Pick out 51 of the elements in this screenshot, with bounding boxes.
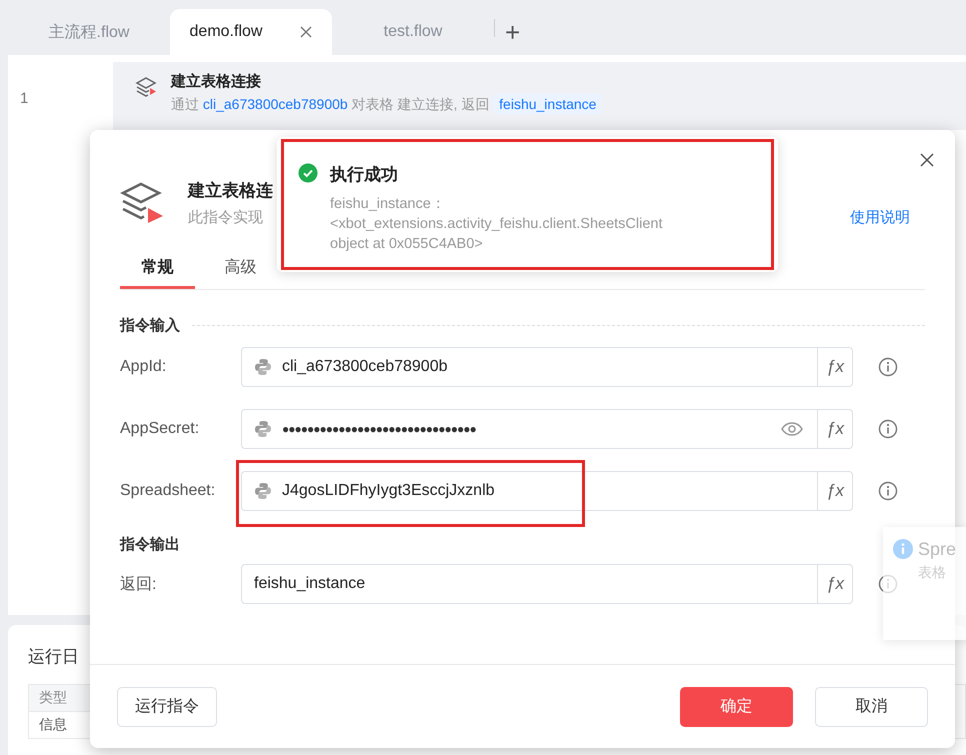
run-button[interactable]: 运行指令 [117, 686, 217, 726]
toast-title: 执行成功 [330, 164, 399, 186]
step-description: 通过 cli_a673800ceb78900b 对表格 建立连接, 返回 feishu_instance [171, 96, 602, 114]
table-cell-text: 信息 [38, 715, 68, 734]
field-value: feishu_instance [254, 575, 366, 593]
input-field[interactable]: feishu_instance ƒx [241, 564, 853, 604]
confirm-button[interactable]: 确定 [680, 686, 793, 726]
close-icon[interactable] [300, 26, 312, 38]
dialog-tab[interactable]: 常规 [120, 253, 195, 289]
python-icon [254, 482, 272, 500]
info-icon [893, 539, 913, 559]
field-value: J4gosLIDFhyIygt3EsccjJxznlb [282, 482, 496, 500]
dialog-title: 建立表格连 [188, 180, 273, 202]
dialog-subtitle: 此指令实现 [188, 208, 264, 226]
flow-step[interactable]: 建立表格连接 通过 cli_a673800ceb78900b 对表格 建立连接, 返回 feishu_instance [113, 62, 966, 130]
input-field[interactable]: J4gosLIDFhyIygt3EsccjJxznlb ƒx [241, 471, 853, 511]
info-icon[interactable] [878, 357, 898, 377]
line-number: 1 [19, 90, 30, 107]
field-label: AppSecret: [120, 420, 200, 438]
success-icon [298, 163, 318, 183]
info-icon[interactable] [878, 481, 898, 501]
step-title: 建立表格连接 [171, 72, 262, 91]
variable-link[interactable]: cli_a673800ceb78900b [202, 96, 348, 112]
python-icon [254, 358, 272, 376]
input-field[interactable]: cli_a673800ceb78900b ƒx [241, 347, 853, 387]
input-field[interactable]: ●●●●●●●●●●●●●●●●●●●●●●●●●●●●●●● ƒx [241, 409, 853, 449]
python-icon [254, 420, 272, 438]
formula-button[interactable]: ƒx [817, 348, 852, 386]
field-value: cli_a673800ceb78900b [282, 358, 448, 376]
section-title: 指令输入 [120, 316, 180, 335]
output-variable[interactable]: feishu_instance [493, 94, 602, 114]
field-value: ●●●●●●●●●●●●●●●●●●●●●●●●●●●●●●● [282, 422, 477, 436]
file-tab[interactable]: demo.flow [170, 9, 332, 55]
dialog-tab[interactable]: 高级 [203, 253, 278, 289]
toast-message: feishu_instance： <xbot_extensions.activity_feishu.client.SheetsClient object at 0x055C4AB0> [330, 195, 662, 254]
layers-icon [135, 76, 157, 98]
cancel-button[interactable]: 取消 [815, 686, 928, 726]
help-link[interactable]: 使用说明 [850, 208, 910, 227]
field-label: AppId: [120, 358, 168, 376]
field-label: Spreadsheet: [120, 482, 216, 500]
close-icon[interactable] [920, 153, 934, 167]
panel-title: 运行日 [28, 646, 80, 668]
section-title: 指令输出 [120, 535, 180, 554]
info-icon[interactable] [878, 419, 898, 439]
eye-icon[interactable] [781, 422, 803, 436]
formula-button[interactable]: ƒx [817, 472, 852, 510]
formula-button[interactable]: ƒx [817, 410, 852, 448]
formula-button[interactable]: ƒx [817, 565, 852, 603]
add-tab-button[interactable]: + [505, 19, 520, 45]
notification-title: Spre [918, 539, 956, 560]
field-label: 返回: [120, 574, 158, 594]
